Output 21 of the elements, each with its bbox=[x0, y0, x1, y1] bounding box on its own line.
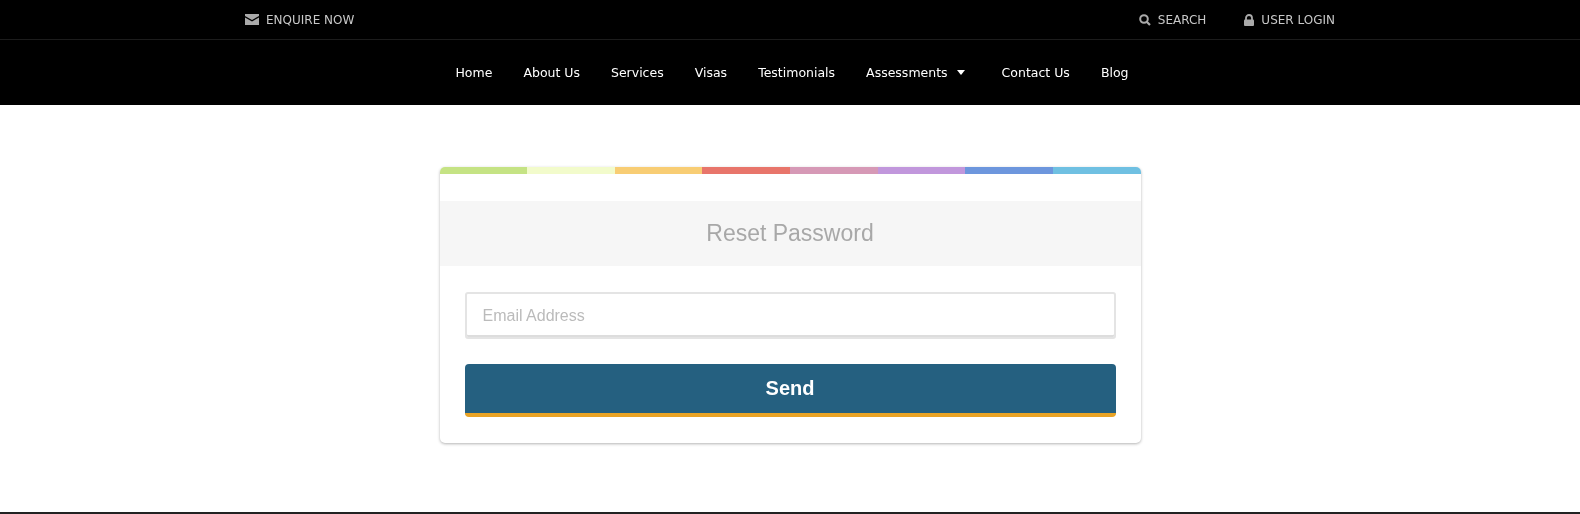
search-label: SEARCH bbox=[1157, 12, 1207, 27]
login-label: USER LOGIN bbox=[1261, 12, 1335, 27]
login-link[interactable]: USER LOGIN bbox=[1244, 12, 1335, 27]
nav-dropdown[interactable]: Assessments bbox=[866, 65, 971, 80]
nav-link[interactable]: Services bbox=[611, 65, 664, 80]
search-icon bbox=[1138, 13, 1151, 26]
send-button[interactable]: Send bbox=[464, 364, 1116, 417]
nav-link[interactable]: Contact Us bbox=[1001, 65, 1070, 80]
nav-link[interactable]: Blog bbox=[1100, 65, 1129, 80]
enquire-link[interactable]: ENQUIRE NOW bbox=[245, 12, 355, 27]
nav-link[interactable]: Testimonials bbox=[758, 65, 836, 80]
envelope-icon bbox=[245, 14, 259, 25]
lock-icon bbox=[1244, 13, 1255, 26]
email-field[interactable]: Email Address bbox=[464, 292, 1116, 339]
nav-link[interactable]: Home bbox=[455, 65, 493, 80]
search-link[interactable]: SEARCH bbox=[1138, 12, 1207, 27]
enquire-label: ENQUIRE NOW bbox=[266, 12, 355, 27]
nav-link[interactable]: Visas bbox=[694, 65, 728, 80]
nav-label: Assessments bbox=[866, 65, 948, 80]
card-title: Reset Password bbox=[706, 220, 874, 247]
nav-link[interactable]: About Us bbox=[523, 65, 580, 80]
